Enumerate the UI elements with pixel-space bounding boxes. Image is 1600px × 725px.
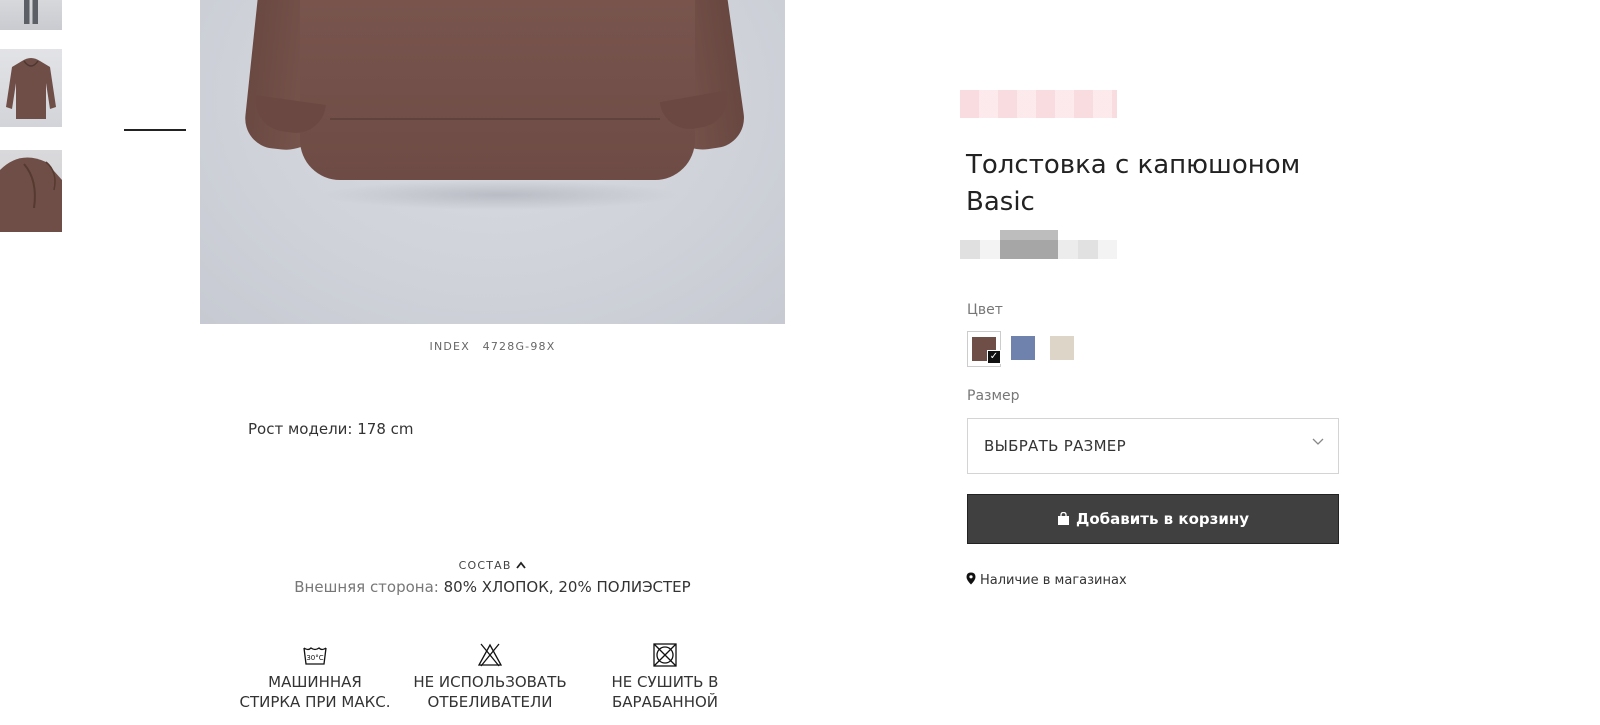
index-value: 4728G-98X	[482, 340, 556, 353]
active-thumbnail-indicator	[124, 129, 186, 131]
thumbnail-2[interactable]	[0, 49, 62, 127]
store-availability-label: Наличие в магазинах	[980, 573, 1127, 588]
add-to-cart-label: Добавить в корзину	[1076, 510, 1249, 528]
location-pin-icon	[966, 572, 976, 585]
composition-text: Внешняя сторона: 80% ХЛОПОК, 20% ПОЛИЭСТ…	[200, 578, 785, 596]
blurred-price	[960, 230, 1117, 259]
wash-30-icon: 30°C	[303, 647, 327, 665]
chevron-down-icon	[1312, 438, 1324, 445]
product-title: Толстовка с капюшоном Basic	[966, 150, 1301, 217]
size-select-value: ВЫБРАТЬ РАЗМЕР	[984, 437, 1126, 455]
svg-text:30°C: 30°C	[306, 654, 323, 662]
no-tumble-dry-icon	[653, 643, 677, 667]
main-product-image[interactable]	[200, 0, 785, 324]
thumbnail-3[interactable]	[0, 150, 62, 232]
composition-toggle[interactable]: СОСТАВ	[200, 559, 785, 572]
care-item-bleach: НЕ ИСПОЛЬЗОВАТЬ ОТБЕЛИВАТЕЛИ	[405, 642, 575, 712]
blurred-promo-badge	[960, 90, 1117, 118]
hoodie-body	[300, 0, 695, 180]
composition-title: СОСТАВ	[458, 559, 512, 572]
store-availability-link[interactable]: Наличие в магазинах	[966, 572, 1127, 588]
chevron-up-icon	[516, 561, 527, 569]
add-to-cart-button[interactable]: Добавить в корзину	[967, 494, 1339, 544]
care-item-dry: НЕ СУШИТЬ В БАРАБАННОЙ	[580, 642, 750, 712]
product-index: INDEX 4728G-98X	[200, 340, 785, 353]
care-item-wash: 30°C МАШИННАЯ СТИРКА ПРИ МАКС.	[230, 642, 400, 712]
color-swatch-brown[interactable]: ✓	[967, 331, 1001, 367]
composition-key: Внешняя сторона:	[294, 578, 439, 596]
shopping-bag-icon	[1058, 512, 1070, 525]
size-select[interactable]: ВЫБРАТЬ РАЗМЕР	[967, 418, 1339, 474]
hoodie-detail-thumbnail-image	[0, 157, 62, 232]
no-bleach-icon	[477, 643, 503, 667]
index-label: INDEX	[429, 340, 470, 353]
hoodie-thumbnail-image	[6, 58, 56, 119]
model-height: Рост модели: 178 cm	[248, 420, 414, 438]
color-label: Цвет	[967, 302, 1003, 318]
composition-value: 80% ХЛОПОК, 20% ПОЛИЭСТЕР	[443, 578, 691, 596]
color-swatch-beige[interactable]	[1050, 336, 1074, 360]
color-swatch-blue[interactable]	[1011, 336, 1035, 360]
size-label: Размер	[967, 388, 1020, 404]
thumbnail-1[interactable]	[0, 0, 62, 30]
checkmark-icon: ✓	[987, 350, 1001, 364]
